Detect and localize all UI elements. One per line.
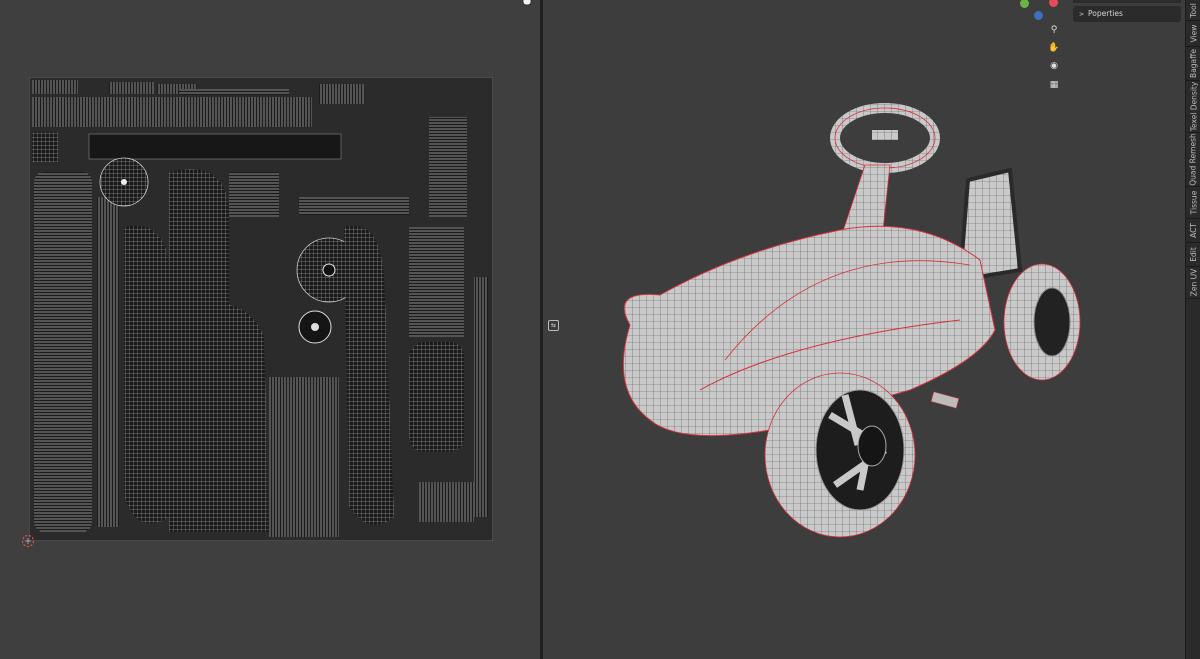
properties-header-label: Poperties	[1088, 9, 1123, 18]
tab-label: Zen UV	[1189, 268, 1199, 296]
tab-view[interactable]: View	[1186, 20, 1200, 47]
tab-label: Texel Density	[1189, 81, 1198, 131]
camera-icon[interactable]: ◉	[1046, 58, 1062, 74]
hand-cursor-icon	[522, 0, 532, 6]
tab-quad-remesh[interactable]: Quad Remesh	[1186, 132, 1200, 187]
properties-panel-header[interactable]: > Poperties	[1073, 6, 1181, 22]
tab-tissue[interactable]: Tissue	[1186, 186, 1200, 219]
tab-label: Tissue	[1189, 190, 1198, 214]
uv-island-layout[interactable]	[29, 77, 493, 541]
zoom-icon[interactable]: ⚲	[1046, 22, 1062, 38]
tab-edit[interactable]: Edit	[1186, 242, 1200, 267]
uv-2d-cursor-icon[interactable]	[21, 534, 35, 548]
sidebar-tab-strip: Tool View Bagaffe Texel Density Quad Rem…	[1185, 0, 1200, 659]
tab-label: View	[1189, 24, 1198, 42]
uv-editor-area[interactable]	[0, 0, 540, 659]
tab-label: Edit	[1189, 246, 1198, 262]
chevron-right-icon: >	[1079, 11, 1085, 18]
gizmo-z-axis-icon[interactable]	[1034, 11, 1043, 20]
tab-label: ACT	[1188, 222, 1198, 238]
viewport-split-handle-icon[interactable]: ⇆	[548, 320, 559, 331]
grid-view-icon[interactable]: ▦	[1046, 77, 1062, 93]
hand-pan-icon[interactable]: ✋	[1046, 40, 1062, 56]
tab-label: Tool	[1188, 2, 1198, 18]
tab-tool[interactable]: Tool	[1186, 0, 1200, 21]
tab-zen-uv[interactable]: Zen UV	[1186, 266, 1200, 299]
tab-bagaffe[interactable]: Bagaffe	[1186, 46, 1200, 81]
tab-label: Bagaffe	[1189, 48, 1199, 78]
tab-act[interactable]: ACT	[1186, 218, 1200, 243]
properties-top-strip	[1073, 0, 1181, 3]
tab-texel-density[interactable]: Texel Density	[1186, 80, 1200, 133]
pedal-car-model[interactable]	[590, 90, 1100, 560]
tab-label: Quad Remesh	[1189, 132, 1198, 186]
